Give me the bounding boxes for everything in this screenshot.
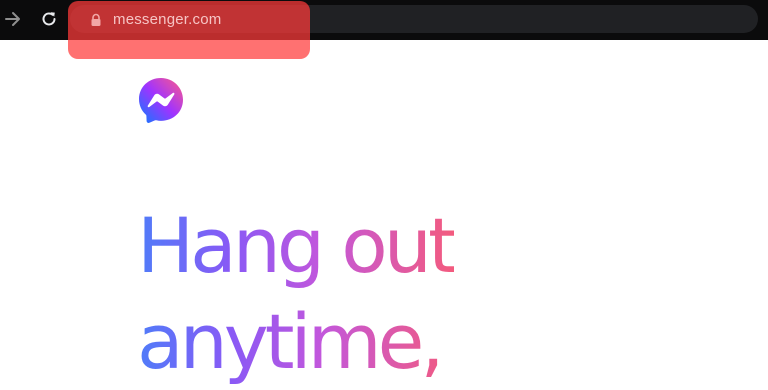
headline-line-1: Hang out (137, 201, 454, 290)
messenger-logo[interactable] (137, 76, 185, 124)
headline-line-2: anytime, (137, 297, 441, 386)
hero-headline: Hang out anytime, (137, 198, 454, 390)
url-text[interactable]: messenger.com (113, 9, 221, 31)
arrow-right-icon (5, 12, 20, 26)
lock-icon[interactable] (90, 13, 102, 27)
reload-icon (42, 12, 56, 26)
forward-button[interactable] (2, 8, 24, 30)
reload-button[interactable] (38, 8, 60, 30)
